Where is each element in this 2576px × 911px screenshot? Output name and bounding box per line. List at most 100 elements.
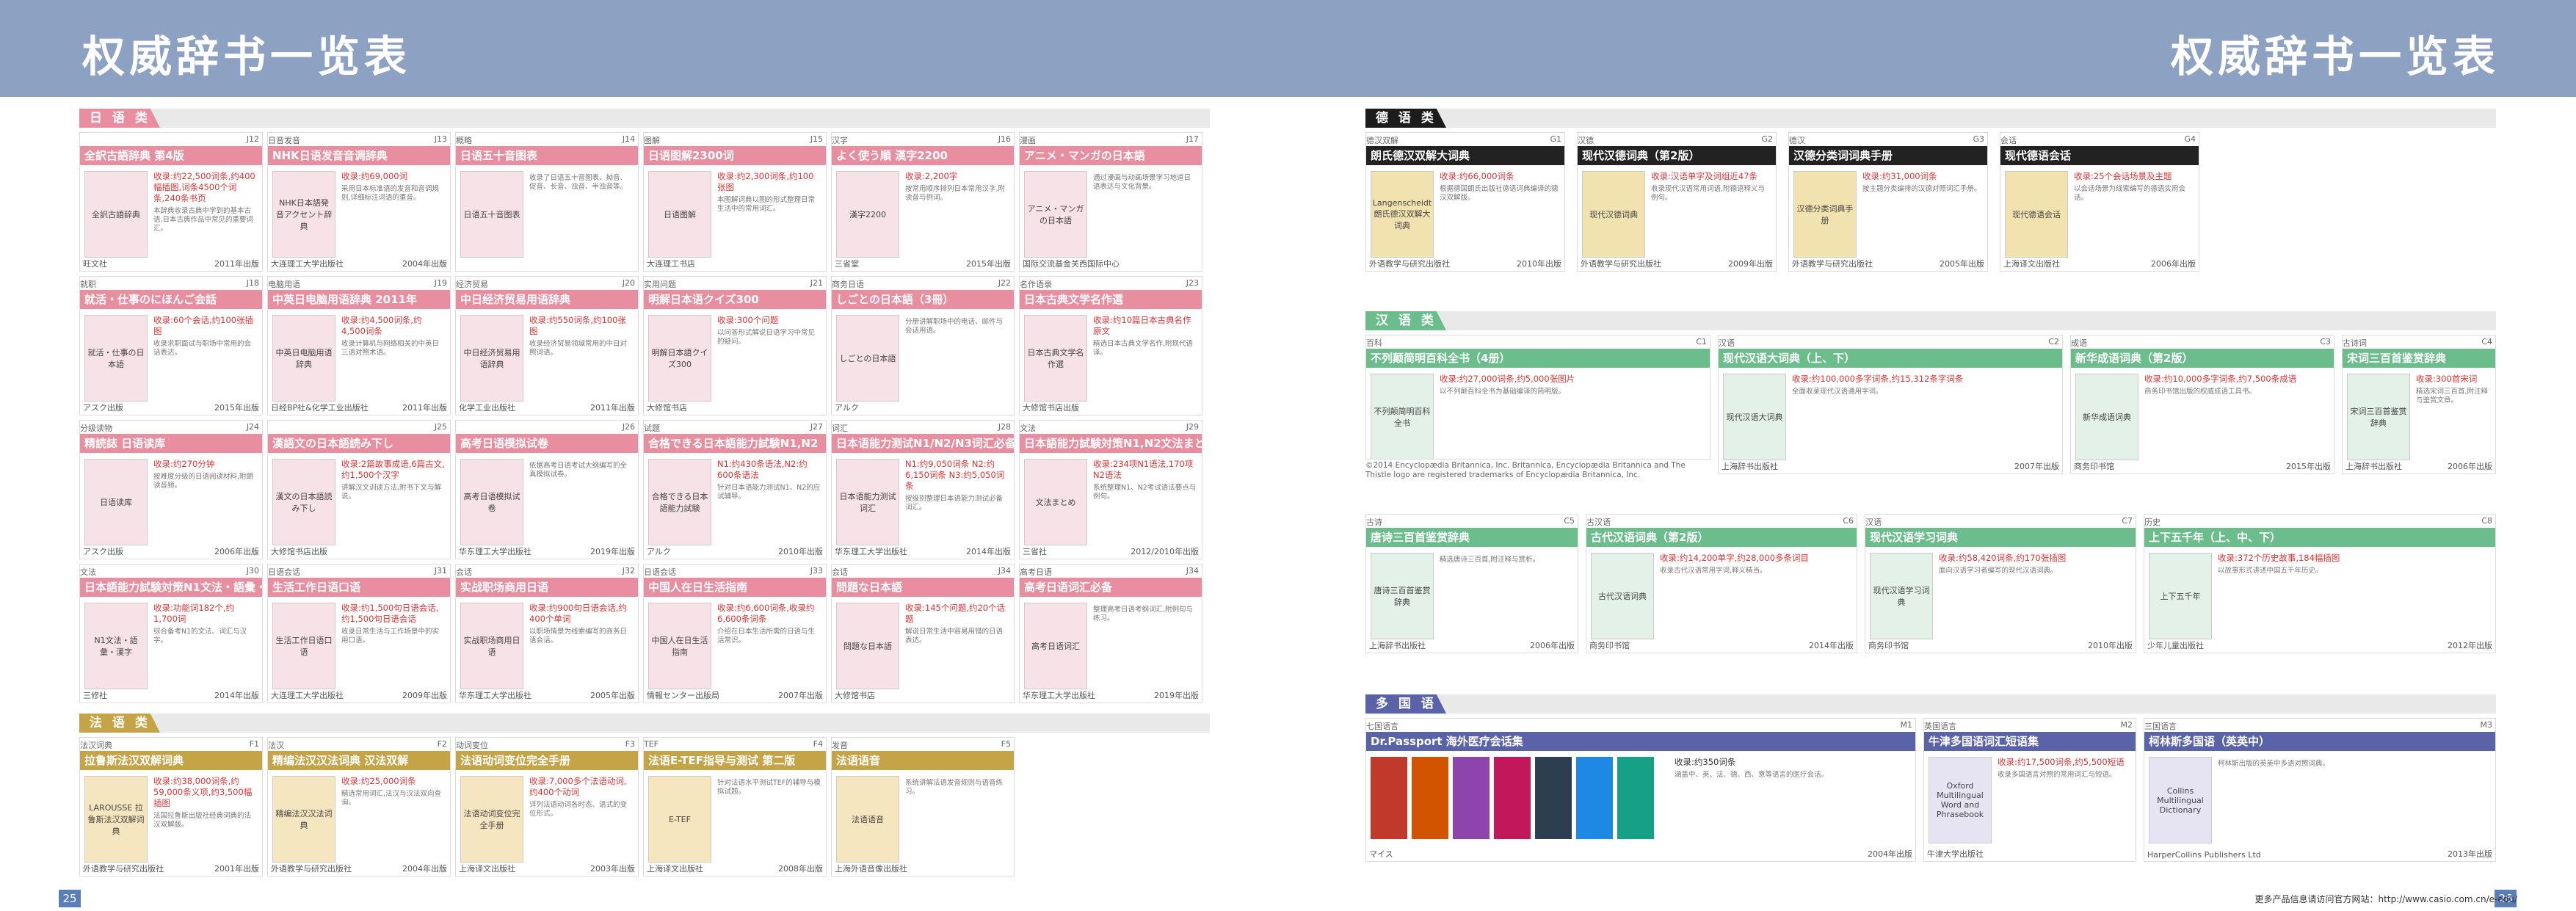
card-info: 收录:约270分钟 按难度分级的日语阅读材料,附朗读音频。 [153,459,258,490]
book-cover: Collins Multilingual Dictionary [2149,757,2212,843]
dictionary-card-j20: 经济贸易 J20 中日经济贸易用语辞典 中日经济贸易用语辞典 收录:约550词条,约10… [455,276,639,415]
page-title-right: 权威辞书一览表 [2170,32,2500,81]
card-title: アニメ・マンガの日本語 [1020,146,1202,165]
card-title: 柯林斯多国语（英英中） [2144,732,2495,751]
card-desc: 精选唐诗三百首,附注释与赏析。 [1440,556,1540,564]
card-category: 词汇 [832,424,848,433]
card-title: 高考日语词汇必备 [1020,578,1202,597]
card-info: 精选唐诗三百首,附注释与赏析。 [1440,553,1573,565]
dictionary-card-j23: 名作语录 J23 日本古典文学名作選 日本古典文学名作選 收录:约10篇日本古典名作原文… [1019,276,1202,415]
card-code: J29 [1186,422,1199,432]
card-category: 百科 [1366,338,1382,348]
card-desc: 整理高考日语考纲词汇,附例句与练习。 [1093,606,1194,623]
card-code: C1 [1696,337,1707,346]
dictionary-card-j14: 概略 J14 日语五十音图表 日语五十音图表 收录了日语五十音图表、拗音、促音、长音、浊… [455,132,639,272]
card-desc: 以职场情景为线索编写的商务日语会话。 [529,628,628,645]
book-cover: しごとの日本語 [836,315,899,402]
dictionary-card-f3: 动词变位 F3 法语动词变位完全手册 法语动词变位完全手册 收录:7,000多个法语动词… [455,737,639,876]
card-info: 针对法语水平测试TEF的辅导与模拟试题。 [717,776,821,796]
card-code: J22 [998,278,1011,288]
card-code: J13 [434,134,447,144]
card-info: 依据高考日语考试大纲编写的全真模拟试卷。 [529,459,634,479]
book-cover: 合格できる日本語能力試験 [648,459,711,545]
card-category: 日音发音 [268,136,300,145]
dictionary-card-c8: 历史 C8 上下五千年（上、中、下） 上下五千年 收录:372个历史故事,184幅插图以… [2144,514,2496,653]
card-info: 收录:约550词条,约100张图 收录经济贸易领域常用的中日对照词语。 [529,315,634,357]
card-desc: 针对日本语能力测试N1、N2的应试辅导。 [717,484,821,501]
card-publisher: 大修馆书店出版 [1023,403,1079,413]
card-info: 收录:25个会话场景及主题 以会话场景为线索编写的德语实用会话。 [2074,171,2194,203]
card-code: M3 [2480,720,2493,730]
dictionary-card-m3: 三国语言 M3 柯林斯多国语（英英中） Collins Multilingual Di… [2144,718,2496,862]
card-stats: 收录:60个会话,约100张插图 [153,315,254,336]
card-publisher: 华东理工大学出版社 [459,691,531,700]
card-title: 唐诗三百首鉴赏辞典 [1366,528,1578,547]
card-stats: 收录:372个历史故事,184幅插图 [2218,553,2340,563]
card-info: 系统讲解法语发音规则与语音练习。 [905,776,1009,796]
card-stats: 收录:约10,000多字词条,约7,500条成语 [2144,374,2297,384]
card-desc: 按主题分类编排的汉德对照词汇手册。 [1862,185,1981,193]
card-desc: 精选常用词汇,法汉与汉法双向查询。 [341,790,442,807]
card-year: 2019年出版 [1154,691,1199,700]
card-desc: 以故事形式讲述中国五千年历史。 [2218,567,2323,575]
section-label: 德 语 类 [1365,109,1446,128]
card-info: 收录:372个历史故事,184幅插图 以故事形式讲述中国五千年历史。 [2218,553,2491,576]
card-year: 2008年出版 [778,864,823,874]
card-category: 三国语言 [2144,722,2177,731]
card-category: 汉语 [1719,338,1735,348]
card-year: 2006年出版 [214,547,259,556]
card-desc: 解说日常生活中容易用错的日语表达。 [905,628,1004,645]
card-title: 中英日电脑用语辞典 2011年 [268,290,450,309]
card-publisher: 三省堂 [835,259,859,269]
book-cover: 中国人在日生活指南 [648,603,711,689]
card-title: 問題な日本語 [832,578,1014,597]
card-publisher: 华东理工大学出版社 [1023,691,1095,700]
card-desc: 分册讲解职场中的电话、邮件与会话用语。 [905,318,1004,335]
book-cover-5 [1535,757,1572,839]
card-code: J20 [622,278,635,288]
card-desc: 收录日常生活与工作场景中的实用口语。 [341,628,440,645]
card-stats: 收录:约4,500词条,约4,500词条 [341,315,422,336]
book-cover: 就活・仕事の日本語 [84,315,148,402]
card-info: N1:约9,050词条 N2:约6,150词条 N3:约5,050词条 按级别整理… [905,459,1009,512]
card-publisher: 少年儿童出版社 [2147,641,2204,650]
dictionary-card-j22: 商务日语 J22 しごとの日本語（3冊） しごとの日本語 分册讲解职场中的电话、邮件与会… [831,276,1015,415]
card-title: 法语E-TEF指导与测试 第二版 [644,751,826,770]
card-title: 中国人在日生活指南 [644,578,826,597]
card-code: J18 [246,278,259,288]
card-stats: 收录:约900句日语会话,约400个单词 [529,603,627,624]
card-stats: 收录:2,200字 [905,171,958,181]
card-code: J33 [810,566,823,576]
card-code: J32 [622,566,635,576]
card-info: 收录:约900句日语会话,约400个单词以职场情景为线索编写的商务日语会话。 [529,603,634,645]
card-info: 收录:约66,000词条 根据德国朗氏出版社德语词典编译的德汉双解版。 [1440,171,1560,203]
card-category: TEF [644,739,658,749]
card-code: C4 [2481,337,2492,346]
card-title: 明解日本语クイズ300 [644,290,826,309]
book-cover: 全訳古語辞典 [84,171,148,258]
copyright-note: ©2014 Encyclopædia Britannica, Inc. Brit… [1365,461,1686,479]
card-desc: 收录求职面试与职场中常用的会话表达。 [153,340,252,357]
card-publisher: 大连理工书店 [647,259,695,269]
book-cover: 唐诗三百首鉴赏辞典 [1371,553,1434,639]
book-cover-2 [1412,757,1448,839]
card-code: J16 [998,134,1011,144]
card-stats: 收录:约2,300词条,约100张图 [717,171,814,192]
card-year: 2007年出版 [778,691,823,700]
book-cover: 中日经济贸易用语辞典 [460,315,523,402]
card-category: 德汉双解 [1366,136,1398,145]
book-cover: 实战职场商用日语 [460,603,523,689]
dictionary-card-c3: 成语 C3 新华成语词典（第2版） 新华成语词典 收录:约10,000多字词条,约7,5… [2070,335,2334,474]
card-year: 2010年出版 [2088,641,2133,650]
card-desc: 详列法语动词各时态、语式的变位形式。 [529,801,628,818]
card-desc: 面向汉语学习者编写的现代汉语词典。 [1939,567,2058,575]
card-category: 古汉语 [1586,518,1611,527]
card-stats: N1:约9,050词条 N2:约6,150词条 N3:约5,050词条 [905,459,1005,491]
card-code: G3 [1973,134,1984,144]
card-year: 2015年出版 [2286,462,2331,471]
card-title: 朗氏德汉双解大词典 [1366,146,1564,165]
card-year: 2010年出版 [1517,259,1561,269]
section-chinese: 汉 语 类 [1365,311,2496,330]
card-publisher: 上海译文出版社 [2003,259,2060,269]
card-category: 汉字 [832,136,848,145]
